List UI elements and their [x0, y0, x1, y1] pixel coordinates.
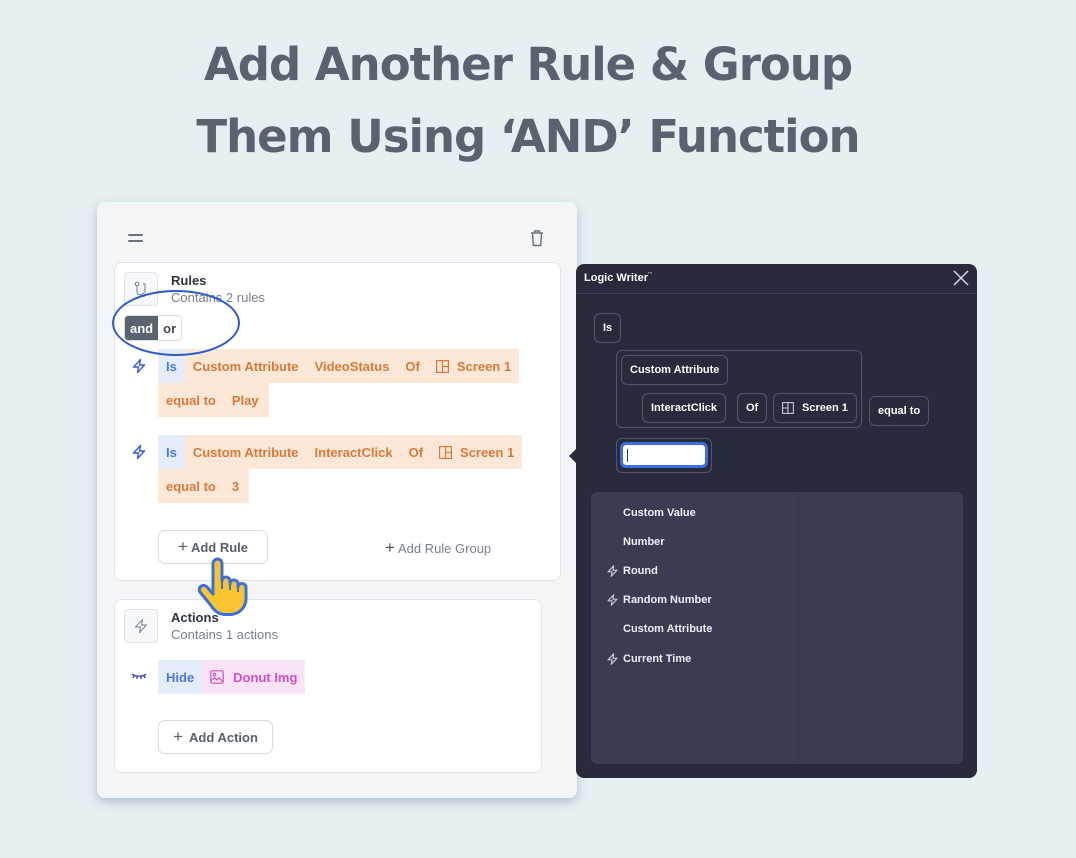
option-random-number[interactable]: Random Number — [623, 594, 712, 606]
divider — [576, 293, 977, 294]
and-or-toggle: and or — [124, 315, 183, 341]
plus-icon: + — [173, 727, 184, 746]
bolt-icon — [606, 652, 619, 671]
headline-line-2: Them Using ‘AND’ Function — [196, 110, 860, 163]
rule-token-comparison[interactable]: equal to — [158, 469, 224, 503]
branch-icon — [124, 272, 158, 306]
eye-closed-icon — [131, 668, 158, 686]
option-round[interactable]: Round — [623, 565, 658, 577]
headline-line-1: Add Another Rule & Group — [203, 38, 853, 91]
trash-icon[interactable] — [529, 229, 545, 252]
logic-writer-title: Logic Writer''' — [584, 272, 653, 284]
screen-icon — [435, 359, 449, 373]
expr-of[interactable]: Of — [737, 393, 768, 423]
rule-token-operator[interactable]: Is — [158, 435, 185, 469]
image-icon — [210, 670, 224, 684]
expr-comparison[interactable]: equal to — [869, 396, 930, 426]
plus-icon: + — [178, 537, 188, 556]
rule-token-of[interactable]: Of — [400, 435, 432, 469]
rule-token-attribute[interactable]: InteractClick — [306, 435, 401, 469]
rule-token-screen[interactable]: Screen 1 — [431, 435, 523, 469]
logic-writer-panel: Logic Writer''' Is Custom Attribute Inte… — [576, 264, 977, 778]
close-icon[interactable] — [953, 270, 969, 291]
drag-handle-icon[interactable] — [128, 234, 143, 246]
option-number[interactable]: Number — [623, 536, 665, 548]
rule-token-value[interactable]: 3 — [223, 469, 250, 503]
rule-token-source[interactable]: Custom Attribute — [184, 435, 307, 469]
bolt-icon — [606, 564, 619, 583]
rule-token-source[interactable]: Custom Attribute — [184, 349, 307, 383]
rule-token-value[interactable]: Play — [223, 383, 269, 417]
screen-icon — [782, 402, 794, 414]
value-input[interactable] — [620, 442, 708, 468]
actions-subtitle: Contains 1 actions — [171, 627, 278, 642]
panel-divider — [798, 492, 799, 764]
rule-token-screen[interactable]: Screen 1 — [427, 349, 520, 383]
rule-token-attribute[interactable]: VideoStatus — [306, 349, 398, 383]
rules-subtitle: Contains 2 rules — [171, 290, 265, 305]
expr-source[interactable]: Custom Attribute — [621, 355, 729, 385]
action-verb[interactable]: Hide — [158, 660, 203, 694]
option-custom-attribute[interactable]: Custom Attribute — [623, 623, 712, 635]
actions-section: Actions Contains 1 actions Hide Donut Im… — [114, 599, 542, 773]
expr-operator[interactable]: Is — [594, 313, 622, 343]
popover-pointer — [569, 449, 576, 463]
toggle-or[interactable]: or — [158, 316, 181, 340]
add-rule-group-button[interactable]: + Add Rule Group — [385, 538, 491, 558]
bolt-icon — [606, 593, 619, 612]
value-input-wrapper — [616, 438, 712, 473]
rule-token-of[interactable]: Of — [397, 349, 428, 383]
bolt-icon — [131, 358, 147, 379]
bolt-icon — [124, 609, 158, 643]
screen-icon — [439, 445, 453, 459]
logic-card: Rules Contains 2 rules and or Is Custom … — [97, 202, 577, 798]
rule-token-comparison[interactable]: equal to — [158, 383, 224, 417]
expr-screen[interactable]: Screen 1 — [773, 393, 857, 423]
plus-icon: + — [385, 538, 395, 557]
action-item[interactable]: Hide Donut Img — [131, 660, 306, 694]
rules-section: Rules Contains 2 rules and or Is Custom … — [112, 262, 561, 581]
option-current-time[interactable]: Current Time — [623, 653, 691, 665]
action-target[interactable]: Donut Img — [202, 660, 306, 694]
options-panel: Custom Value Number Round Random Number … — [591, 492, 963, 764]
rule-token-operator[interactable]: Is — [158, 349, 185, 383]
expr-attribute[interactable]: InteractClick — [642, 393, 727, 423]
bolt-icon — [131, 444, 147, 465]
toggle-and[interactable]: and — [125, 316, 159, 340]
text-caret — [627, 449, 628, 462]
option-custom-value[interactable]: Custom Value — [623, 507, 696, 519]
rules-title: Rules — [171, 273, 207, 288]
add-action-button[interactable]: + Add Action — [158, 720, 273, 754]
expr-group: Custom Attribute InteractClick Of Screen… — [616, 350, 862, 428]
hand-cursor-icon — [195, 556, 253, 623]
